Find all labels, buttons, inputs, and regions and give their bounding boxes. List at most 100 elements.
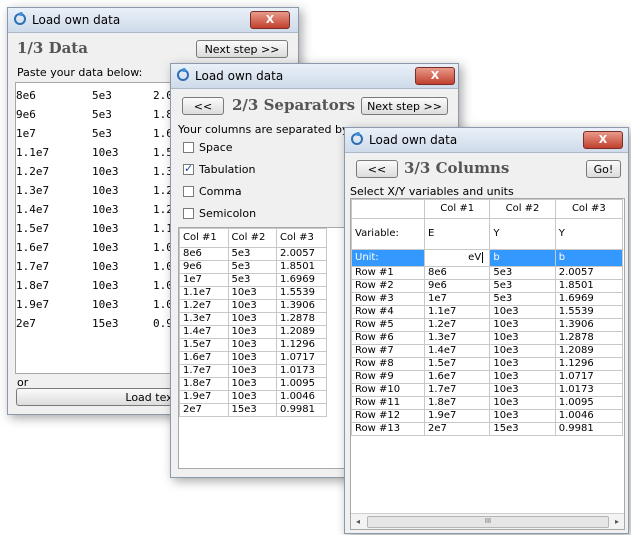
column-header: Col #3	[554, 199, 624, 219]
table-cell: 10e3	[227, 286, 278, 300]
close-button[interactable]: X	[415, 67, 455, 85]
columns-table[interactable]: Col #1 Col #2 Col #3 Variable: E Y Y Uni…	[350, 198, 625, 530]
table-cell: 1.1e7	[179, 286, 229, 300]
data-value: 10e3	[92, 298, 119, 311]
table-row: Row #4 1.1e7 10e3 1.5539	[351, 305, 624, 319]
table-cell: 10e3	[227, 299, 278, 313]
table-cell: 1.5539	[554, 305, 624, 319]
back-button[interactable]: <<	[356, 160, 398, 178]
table-cell: 1.0095	[554, 396, 624, 410]
table-cell: 2.0057	[554, 266, 624, 280]
window1-title: Load own data	[32, 13, 121, 27]
data-value: 9e6	[16, 108, 36, 121]
table-cell: 8e6	[423, 266, 491, 280]
table-cell: 1.8e7	[179, 377, 229, 391]
data-value: 1.3e7	[16, 184, 50, 197]
table-cell: 10e3	[489, 305, 556, 319]
checkbox-label: Space	[199, 141, 233, 154]
window1-titlebar[interactable]: Load own data X	[8, 8, 298, 33]
table-row: 1.9e7 10e3 1.0046	[179, 390, 327, 404]
close-button[interactable]: X	[583, 131, 623, 149]
window2-titlebar[interactable]: Load own data X	[171, 64, 458, 89]
table-cell: 1.3906	[276, 299, 327, 313]
checkbox-box[interactable]	[183, 208, 194, 219]
table-cell: 5e3	[227, 260, 278, 274]
text-cursor	[482, 252, 487, 263]
column-header: Col #3	[276, 228, 327, 248]
table-cell: 10e3	[227, 312, 278, 326]
table-cell: 1.8501	[554, 279, 624, 293]
scroll-right-icon[interactable]: ▸	[610, 514, 624, 529]
table-row: Row #8 1.5e7 10e3 1.1296	[351, 357, 624, 371]
table-row: 1.3e7 10e3 1.2878	[179, 312, 327, 326]
back-button[interactable]: <<	[182, 97, 224, 115]
scroll-left-icon[interactable]: ◂	[351, 514, 365, 529]
data-value: 5e3	[92, 108, 112, 121]
table-cell: 1.1e7	[423, 305, 491, 319]
table-cell: 1.2089	[554, 344, 624, 358]
select-variables-label: Select X/Y variables and units	[350, 185, 514, 198]
data-value: 10e3	[92, 260, 119, 273]
data-value: 1.6e7	[16, 241, 50, 254]
table-cell: 10e3	[489, 344, 556, 358]
variable-cell[interactable]: Y	[554, 218, 624, 250]
table-row: 1e7 5e3 1.6969	[179, 273, 327, 287]
table-cell: 10e3	[489, 383, 556, 397]
unit-label: Unit:	[351, 249, 425, 267]
next-step-button[interactable]: Next step >>	[196, 40, 288, 58]
table-row: Row #9 1.6e7 10e3 1.0717	[351, 370, 624, 384]
table-cell: 1.6969	[554, 292, 624, 306]
step-heading: 3/3 Columns	[404, 159, 510, 177]
row-header: Row #4	[351, 305, 425, 319]
row-header: Row #2	[351, 279, 425, 293]
table-row: Row #1 8e6 5e3 2.0057	[351, 266, 624, 280]
window3-titlebar[interactable]: Load own data X	[345, 128, 628, 153]
table-cell: 1.1296	[276, 338, 327, 352]
data-value: 1.8e7	[16, 279, 50, 292]
table-row: Row #5 1.2e7 10e3 1.3906	[351, 318, 624, 332]
go-button[interactable]: Go!	[586, 160, 621, 178]
load-data-window-step3: Load own data X << 3/3 Columns Go! Selec…	[344, 127, 629, 534]
app-icon	[14, 12, 26, 25]
next-step-button[interactable]: Next step >>	[361, 97, 448, 115]
table-cell: 1.2878	[554, 331, 624, 345]
unit-row[interactable]: Unit: eV b b	[351, 249, 624, 267]
app-icon	[351, 132, 363, 145]
scroll-thumb[interactable]: III	[367, 516, 609, 528]
row-header: Row #7	[351, 344, 425, 358]
table-row: 8e6 5e3 2.0057	[179, 247, 327, 261]
horizontal-scrollbar[interactable]: ◂ III ▸	[351, 513, 624, 529]
data-value: 1.7e7	[16, 260, 50, 273]
variable-cell[interactable]: Y	[489, 218, 556, 250]
step-heading: 2/3 Separators	[232, 96, 356, 114]
table-row: Row #12 1.9e7 10e3 1.0046	[351, 409, 624, 423]
unit-input[interactable]: eV	[423, 249, 491, 267]
table-cell: 10e3	[227, 351, 278, 365]
column-header: Col #1	[423, 199, 491, 219]
checkbox-box[interactable]	[183, 186, 194, 197]
variable-label: Variable:	[351, 218, 425, 250]
row-header: Row #11	[351, 396, 425, 410]
variable-cell[interactable]: E	[423, 218, 491, 250]
data-value: 10e3	[92, 203, 119, 216]
unit-cell[interactable]: b	[554, 249, 624, 267]
table-cell: 2.0057	[276, 247, 327, 261]
close-button[interactable]: X	[250, 11, 290, 29]
data-value: 10e3	[92, 165, 119, 178]
table-row: Row #2 9e6 5e3 1.8501	[351, 279, 624, 293]
table-cell: 1.5539	[276, 286, 327, 300]
table-cell: 1.4e7	[179, 325, 229, 339]
data-value: 10e3	[92, 184, 119, 197]
checkbox-box[interactable]	[183, 142, 194, 153]
table-cell: 1.2089	[276, 325, 327, 339]
row-header: Row #9	[351, 370, 425, 384]
table-row: 1.6e7 10e3 1.0717	[179, 351, 327, 365]
table-cell: 1.0173	[554, 383, 624, 397]
table-cell: 2e7	[423, 422, 491, 436]
table-cell: 10e3	[227, 364, 278, 378]
table-cell: 5e3	[489, 292, 556, 306]
unit-cell[interactable]: b	[489, 249, 556, 267]
table-cell: 10e3	[227, 377, 278, 391]
table-row: 9e6 5e3 1.8501	[179, 260, 327, 274]
checkbox-box[interactable]	[183, 162, 194, 175]
